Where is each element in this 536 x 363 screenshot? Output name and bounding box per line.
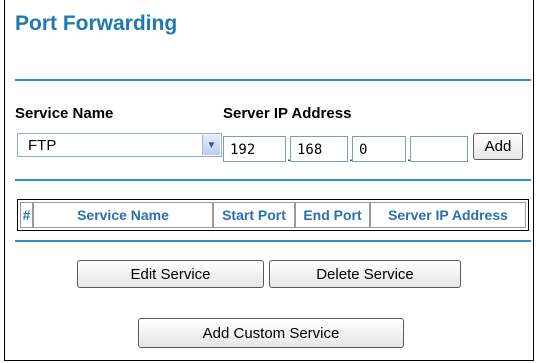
add-custom-service-button[interactable]: Add Custom Service: [138, 318, 404, 348]
service-selected-value: FTP: [28, 137, 57, 154]
ip-octet-4-input[interactable]: [410, 136, 468, 162]
ip-octet-2-input[interactable]: 168: [290, 136, 348, 162]
column-header-service-name: Service Name: [33, 202, 213, 228]
column-header-end-port: End Port: [295, 202, 370, 228]
ip-octet-3-input[interactable]: 0: [352, 136, 406, 162]
divider: [15, 240, 531, 242]
chevron-down-icon[interactable]: ▼: [202, 135, 220, 155]
add-button[interactable]: Add: [473, 133, 523, 160]
edit-service-button[interactable]: Edit Service: [77, 260, 264, 288]
column-header-start-port: Start Port: [213, 202, 295, 228]
server-ip-label: Server IP Address: [223, 105, 352, 122]
services-table: # Service Name Start Port End Port Serve…: [17, 199, 529, 231]
delete-service-button[interactable]: Delete Service: [269, 260, 461, 288]
divider: [15, 79, 531, 81]
service-name-label: Service Name: [15, 105, 114, 122]
column-header-number: #: [20, 202, 33, 228]
column-header-server-ip: Server IP Address: [370, 202, 526, 228]
divider: [15, 179, 531, 181]
service-name-select[interactable]: FTP ▼: [17, 133, 222, 157]
port-forwarding-panel: Port Forwarding Service Name Server IP A…: [4, 0, 534, 361]
ip-octet-1-input[interactable]: 192: [223, 136, 286, 162]
page-title: Port Forwarding: [15, 12, 178, 35]
